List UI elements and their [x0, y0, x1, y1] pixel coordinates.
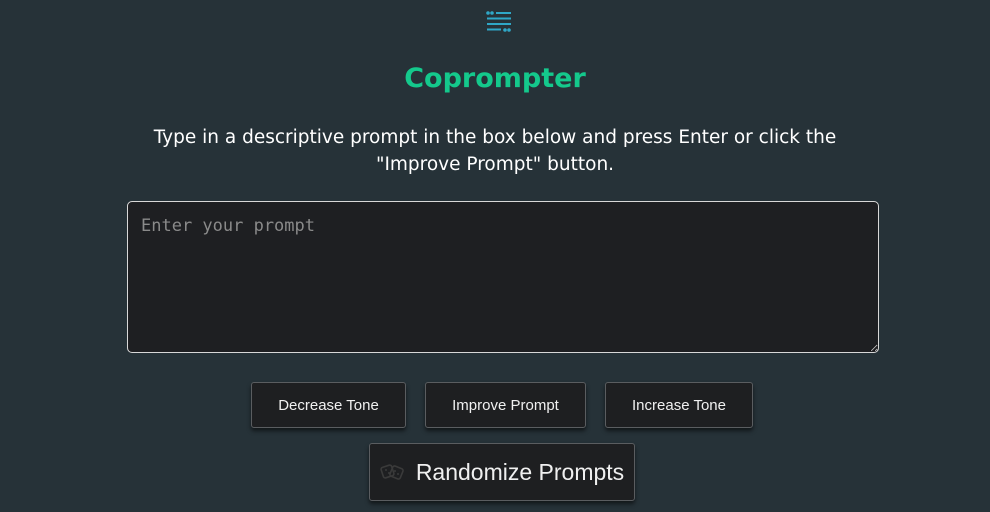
randomize-prompts-label: Randomize Prompts — [415, 458, 625, 485]
decrease-tone-label: Decrease Tone — [278, 396, 379, 414]
decrease-tone-button[interactable]: Decrease Tone — [251, 382, 406, 428]
randomize-prompts-button[interactable]: Randomize Prompts — [369, 443, 635, 501]
increase-tone-button[interactable]: Increase Tone — [605, 382, 753, 428]
improve-prompt-button[interactable]: Improve Prompt — [425, 382, 586, 428]
improve-prompt-label: Improve Prompt — [452, 396, 559, 414]
instructions-text: Type in a descriptive prompt in the box … — [153, 127, 837, 175]
increase-tone-label: Increase Tone — [632, 396, 726, 414]
prompt-input[interactable] — [127, 201, 879, 353]
quote-lines-icon — [486, 11, 511, 32]
page-title: Coprompter — [404, 63, 586, 94]
dice-icon — [380, 464, 404, 480]
